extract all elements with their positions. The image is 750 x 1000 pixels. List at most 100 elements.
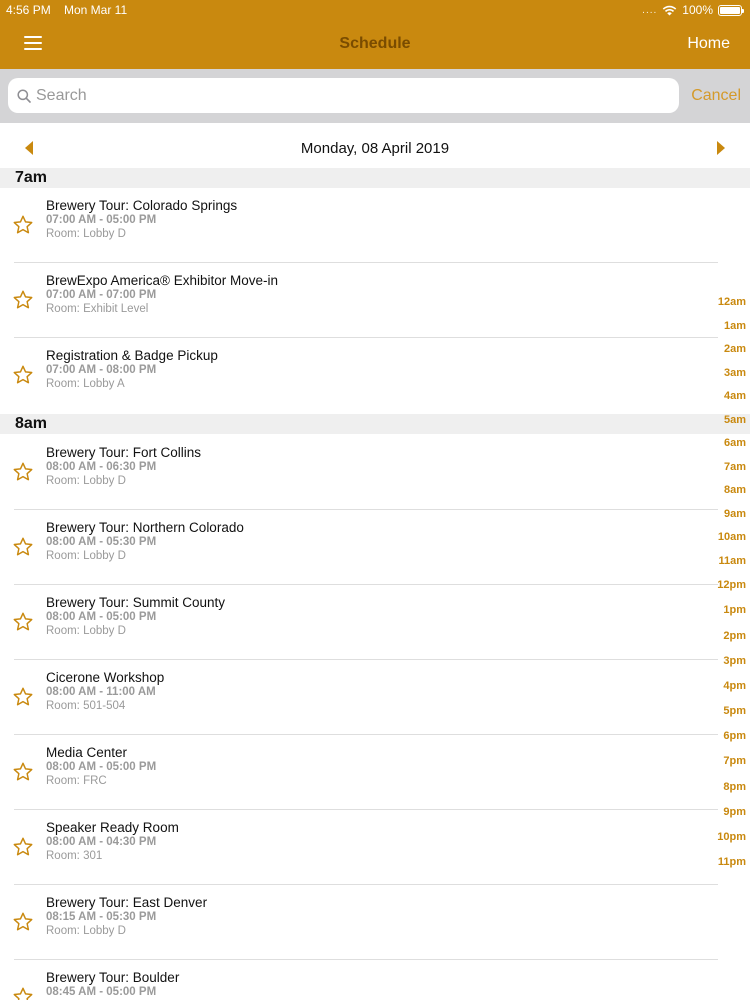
star-icon[interactable]: [12, 461, 34, 483]
section-header-8am: 8am: [0, 414, 750, 434]
event-time: 08:00 AM - 05:30 PM: [46, 536, 157, 548]
search-icon: [17, 89, 31, 103]
hour-index-item[interactable]: 6pm: [723, 730, 746, 742]
event-title: Registration & Badge Pickup: [46, 348, 218, 363]
event-time: 08:00 AM - 05:00 PM: [46, 761, 157, 773]
event-room: Room: Lobby D: [46, 925, 126, 937]
hour-index-item[interactable]: 5am: [724, 414, 746, 426]
event-title: Brewery Tour: Summit County: [46, 595, 226, 610]
star-icon[interactable]: [12, 364, 34, 386]
nav-bar: Schedule Home: [0, 20, 750, 69]
hour-index-item[interactable]: 2am: [724, 343, 746, 355]
event-title: Speaker Ready Room: [46, 820, 179, 835]
hour-index-item[interactable]: 10am: [718, 531, 746, 543]
status-right: .... 100%: [642, 3, 744, 17]
event-title: Brewery Tour: Boulder: [46, 970, 180, 985]
star-icon[interactable]: [12, 761, 34, 783]
hour-index-item[interactable]: 1am: [724, 320, 746, 332]
date-navigator: Monday, 08 April 2019: [0, 123, 750, 168]
event-title: Cicerone Workshop: [46, 670, 165, 685]
hour-index-item[interactable]: 6am: [724, 437, 746, 449]
event-time: 07:00 AM - 07:00 PM: [46, 289, 157, 301]
event-row[interactable]: Brewery Tour: Summit County 08:00 AM - 0…: [0, 585, 718, 660]
event-time: 07:00 AM - 05:00 PM: [46, 214, 157, 226]
event-room: Room: Exhibit Level: [46, 303, 149, 315]
star-icon[interactable]: [12, 611, 34, 633]
event-row[interactable]: Speaker Ready Room 08:00 AM - 04:30 PM R…: [0, 810, 718, 885]
hour-index-item[interactable]: 8pm: [723, 781, 746, 793]
event-title: BrewExpo America® Exhibitor Move-in: [46, 273, 279, 288]
event-row[interactable]: Registration & Badge Pickup 07:00 AM - 0…: [0, 338, 718, 413]
event-row[interactable]: Cicerone Workshop 08:00 AM - 11:00 AM Ro…: [0, 660, 718, 735]
event-row[interactable]: BrewExpo America® Exhibitor Move-in 07:0…: [0, 263, 718, 338]
event-row[interactable]: Brewery Tour: Northern Colorado 08:00 AM…: [0, 510, 718, 585]
section-label: 7am: [15, 169, 48, 186]
event-row[interactable]: Brewery Tour: Colorado Springs 07:00 AM …: [0, 188, 718, 263]
event-room: Room: 301: [46, 850, 103, 862]
event-room: Room: 501-504: [46, 700, 126, 712]
event-time: 08:00 AM - 05:00 PM: [46, 611, 157, 623]
section-label: 8am: [15, 415, 48, 432]
hour-index-item[interactable]: 2pm: [723, 630, 746, 642]
hour-index-item[interactable]: 10pm: [717, 831, 746, 843]
hour-index-item[interactable]: 8am: [724, 484, 746, 496]
star-icon[interactable]: [12, 986, 34, 1000]
star-icon[interactable]: [12, 686, 34, 708]
event-row[interactable]: Brewery Tour: Fort Collins 08:00 AM - 06…: [0, 435, 718, 510]
hour-index-item[interactable]: 11am: [718, 555, 746, 567]
hour-index-item[interactable]: 12pm: [717, 579, 746, 591]
next-day-arrow-icon[interactable]: [716, 141, 726, 155]
event-time: 08:00 AM - 06:30 PM: [46, 461, 157, 473]
search-input[interactable]: [36, 78, 666, 113]
hour-index-item[interactable]: 1pm: [723, 604, 746, 616]
home-button[interactable]: Home: [687, 35, 730, 53]
current-date: Monday, 08 April 2019: [300, 140, 450, 157]
status-time: 4:56 PM: [6, 3, 51, 17]
event-title: Brewery Tour: East Denver: [46, 895, 208, 910]
hour-index-item[interactable]: 9am: [724, 508, 746, 520]
star-icon[interactable]: [12, 289, 34, 311]
event-room: Room: Lobby D: [46, 228, 126, 240]
event-time: 08:00 AM - 11:00 AM: [46, 686, 156, 698]
star-icon[interactable]: [12, 911, 34, 933]
star-icon[interactable]: [12, 536, 34, 558]
event-time: 08:45 AM - 05:00 PM: [46, 986, 157, 998]
event-room: Room: Lobby D: [46, 475, 126, 487]
hour-index-item[interactable]: 4pm: [723, 680, 746, 692]
wifi-icon: [663, 5, 677, 15]
event-room: Room: FRC: [46, 775, 107, 787]
status-bar: 4:56 PM Mon Mar 11 .... 100%: [0, 0, 750, 20]
star-icon[interactable]: [12, 214, 34, 236]
event-row[interactable]: Brewery Tour: Boulder 08:45 AM - 05:00 P…: [0, 960, 718, 1000]
hour-index-item[interactable]: 7am: [724, 461, 746, 473]
hour-index-item[interactable]: 7pm: [723, 755, 746, 767]
event-room: Room: Lobby D: [46, 625, 126, 637]
cancel-button[interactable]: Cancel: [691, 87, 741, 105]
hour-index-item[interactable]: 3pm: [723, 655, 746, 667]
event-title: Media Center: [46, 745, 128, 760]
event-time: 08:15 AM - 05:30 PM: [46, 911, 157, 923]
hour-index-item[interactable]: 12am: [718, 296, 746, 308]
hour-index-item[interactable]: 4am: [724, 390, 746, 402]
hour-index-item[interactable]: 3am: [724, 367, 746, 379]
section-header-7am: 7am: [0, 168, 750, 188]
top-bar: 4:56 PM Mon Mar 11 .... 100% Schedule Ho…: [0, 0, 750, 69]
event-room: Room: Lobby D: [46, 550, 126, 562]
hour-index-item[interactable]: 11pm: [718, 856, 746, 868]
page-title: Schedule: [339, 35, 411, 52]
star-icon[interactable]: [12, 836, 34, 858]
event-title: Brewery Tour: Colorado Springs: [46, 198, 238, 213]
battery-percent: 100%: [682, 3, 713, 17]
status-date: Mon Mar 11: [64, 3, 128, 17]
event-row[interactable]: Brewery Tour: East Denver 08:15 AM - 05:…: [0, 885, 718, 960]
event-row[interactable]: Media Center 08:00 AM - 05:00 PM Room: F…: [0, 735, 718, 810]
battery-icon: [718, 4, 744, 16]
event-room: Room: Lobby A: [46, 378, 125, 390]
hour-index-item[interactable]: 9pm: [723, 806, 746, 818]
search-bar: Cancel: [0, 69, 750, 123]
signal-dots-icon: ....: [642, 4, 658, 16]
search-field[interactable]: [8, 78, 679, 113]
event-title: Brewery Tour: Northern Colorado: [46, 520, 244, 535]
hour-index-item[interactable]: 5pm: [723, 705, 746, 717]
event-time: 08:00 AM - 04:30 PM: [46, 836, 157, 848]
